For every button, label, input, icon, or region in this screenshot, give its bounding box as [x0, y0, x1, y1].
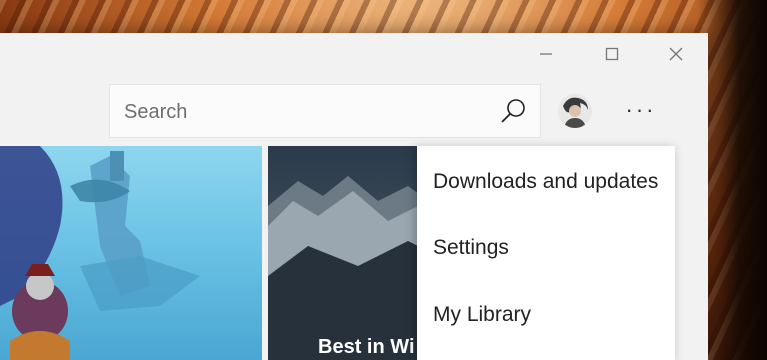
featured-game-tile[interactable]: [0, 146, 262, 360]
game-art-image: [0, 146, 200, 360]
search-placeholder: Search: [124, 101, 188, 123]
account-avatar[interactable]: [558, 94, 592, 128]
title-bar: [0, 33, 708, 77]
maximize-icon: [605, 47, 619, 61]
more-options-menu: Downloads and updates Settings My Librar…: [417, 146, 675, 360]
search-input[interactable]: Search: [109, 84, 541, 138]
more-options-button[interactable]: ···: [616, 93, 666, 127]
menu-item-my-library[interactable]: My Library: [433, 303, 531, 327]
menu-item-downloads[interactable]: Downloads and updates: [433, 170, 658, 194]
close-button[interactable]: [654, 39, 698, 69]
close-icon: [669, 47, 683, 61]
maximize-button[interactable]: [590, 39, 634, 69]
search-icon[interactable]: [498, 97, 528, 127]
tile-caption: Best in Wi: [318, 336, 415, 358]
avatar-icon: [558, 94, 592, 128]
minimize-button[interactable]: [524, 39, 568, 69]
minimize-icon: [540, 53, 552, 55]
store-window: Search ··· Best in Wi Downloads and upda…: [0, 33, 708, 360]
menu-item-settings[interactable]: Settings: [433, 236, 509, 260]
